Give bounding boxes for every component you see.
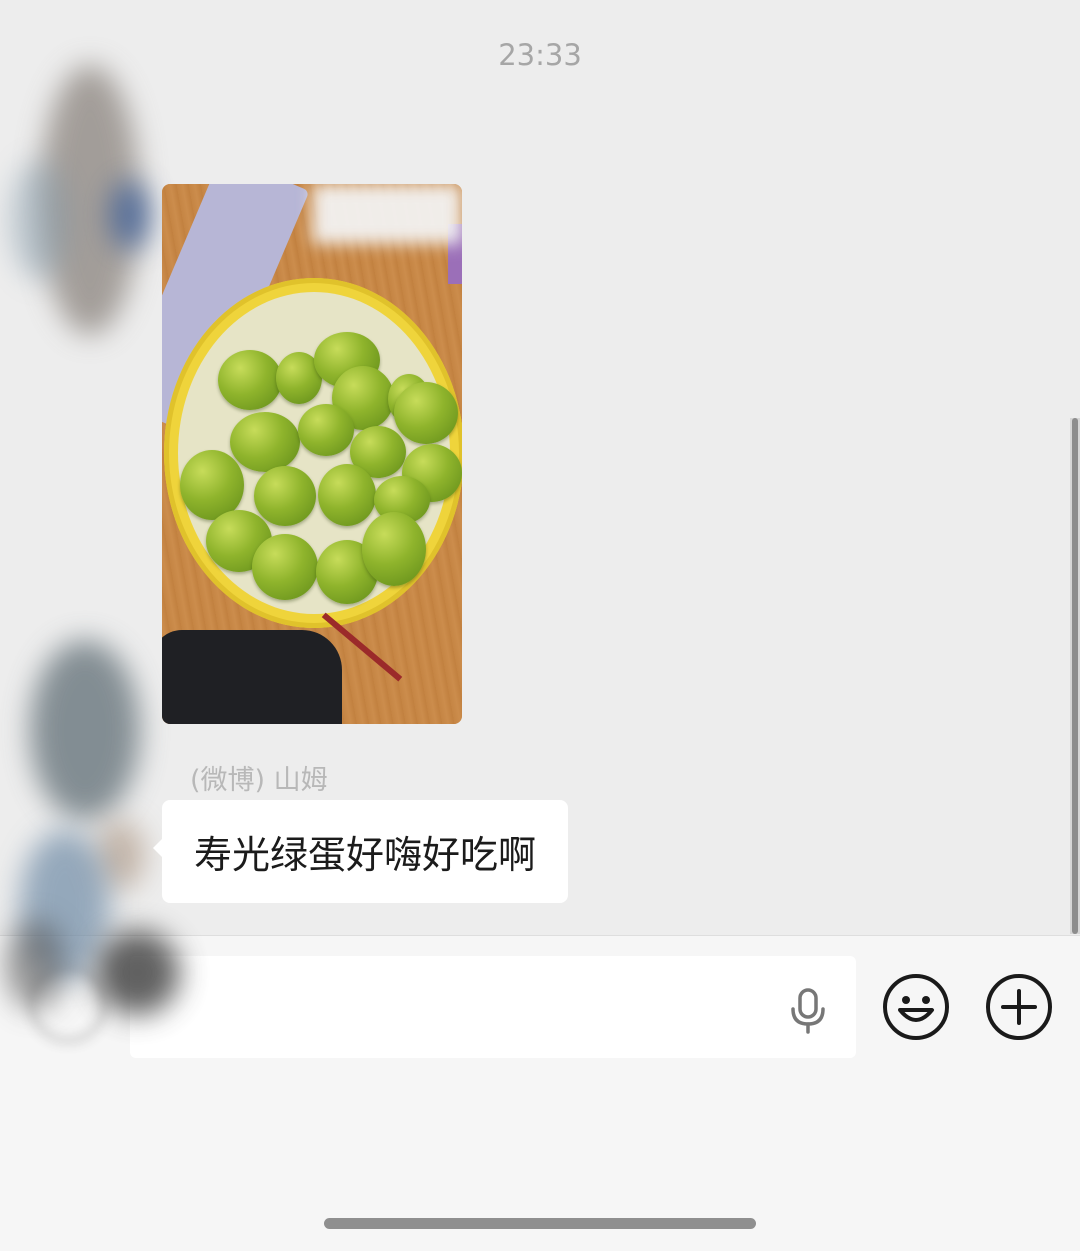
- photo-green-fruit: [362, 512, 426, 586]
- sender-name: (微博) 山姆: [190, 765, 328, 796]
- plus-icon[interactable]: [984, 972, 1054, 1042]
- photo-green-fruit: [252, 534, 318, 600]
- photo-green-fruit: [394, 382, 458, 444]
- image-message[interactable]: [162, 184, 462, 724]
- avatar[interactable]: [30, 640, 140, 820]
- avatar-blur-part: [95, 930, 180, 1015]
- message-text: 寿光绿蛋好嗨好吃啊: [194, 833, 537, 877]
- emoji-icon[interactable]: [881, 972, 951, 1042]
- message-timestamp: 23:33: [498, 38, 582, 72]
- home-indicator[interactable]: [324, 1218, 756, 1229]
- photo-green-fruit: [318, 464, 376, 526]
- message-input[interactable]: [130, 956, 856, 1058]
- avatar-blur-part: [110, 180, 150, 250]
- scrollbar-thumb[interactable]: [1072, 418, 1078, 934]
- avatar-blur-part: [10, 160, 70, 280]
- photo-black-bag: [162, 630, 342, 724]
- photo-green-fruit: [218, 350, 282, 410]
- photo-privacy-blur: [312, 184, 462, 244]
- avatar-blur-part: [5, 920, 65, 1010]
- photo-green-fruit: [298, 404, 354, 456]
- chat-area[interactable]: 23:33 (微博) 山姆 寿光绿蛋好嗨好吃啊: [0, 0, 1080, 935]
- photo-green-fruit: [230, 412, 300, 472]
- photo-green-fruit: [254, 466, 316, 526]
- microphone-icon[interactable]: [780, 983, 836, 1039]
- text-message-bubble[interactable]: 寿光绿蛋好嗨好吃啊: [152, 800, 569, 903]
